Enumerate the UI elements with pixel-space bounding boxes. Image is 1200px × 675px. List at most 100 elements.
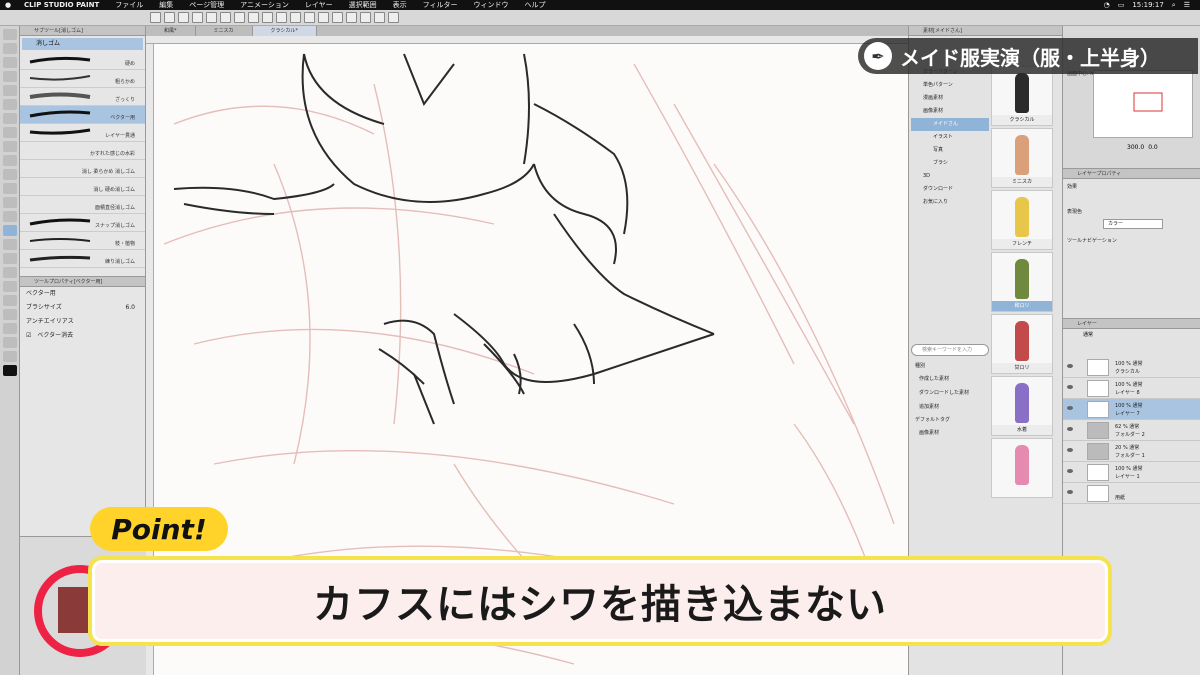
material-thumb[interactable]: 水着 <box>991 376 1053 436</box>
tree-node[interactable]: 写真 <box>911 144 989 157</box>
list-icon[interactable]: ☰ <box>1184 0 1190 10</box>
canvas-tab[interactable]: 和風* <box>146 26 196 36</box>
subtool-group[interactable]: 消しゴム <box>22 38 143 50</box>
export-png-icon[interactable] <box>346 12 357 23</box>
material-thumb-selected[interactable]: 和ロリ <box>991 252 1053 312</box>
tree-node[interactable]: ダウンロード <box>911 183 989 196</box>
correct-line-tool-icon[interactable] <box>3 351 17 362</box>
app-menu[interactable]: CLIP STUDIO PAINT <box>16 0 107 10</box>
eye-icon[interactable] <box>1067 406 1073 410</box>
move-tool-icon[interactable] <box>3 85 17 96</box>
search-filter[interactable]: 作成した素材 <box>911 372 989 386</box>
layer-row[interactable]: 100 % 通常 クラシカル <box>1063 357 1200 378</box>
eraser-tool-icon[interactable] <box>3 225 17 236</box>
deselect-icon[interactable] <box>262 12 273 23</box>
brush-item[interactable]: かすれた感じの水彩 <box>20 142 145 160</box>
blend-mode-select[interactable]: 通常 <box>1063 329 1200 341</box>
layer-row[interactable]: 100 % 通常 レイヤー 1 <box>1063 462 1200 483</box>
tag-filter[interactable]: 画像素材 <box>911 426 989 440</box>
menu-window[interactable]: ウィンドウ <box>466 0 517 10</box>
eyedropper-tool-icon[interactable] <box>3 141 17 152</box>
material-search-input[interactable]: 検索キーワードを入力 <box>911 344 989 356</box>
flip-icon[interactable] <box>388 12 399 23</box>
layer-row-selected[interactable]: 100 % 通常 レイヤー 7 <box>1063 399 1200 420</box>
battery-icon[interactable]: ▭ <box>1118 0 1125 10</box>
menu-edit[interactable]: 編集 <box>151 0 181 10</box>
snap-grid-icon[interactable] <box>332 12 343 23</box>
layer-row[interactable]: 100 % 通常 レイヤー 8 <box>1063 378 1200 399</box>
brush-item[interactable]: ざっくり <box>20 88 145 106</box>
text-tool-icon[interactable] <box>3 323 17 334</box>
layer-row[interactable]: 62 % 通常 フォルダー 2 <box>1063 420 1200 441</box>
tree-node[interactable]: 漫画素材 <box>911 92 989 105</box>
blend-tool-icon[interactable] <box>3 239 17 250</box>
menubar-clock[interactable]: 15:19:17 <box>1132 0 1163 10</box>
redo-icon[interactable] <box>206 12 217 23</box>
material-thumb[interactable]: クラシカル <box>991 66 1053 126</box>
open-file-icon[interactable] <box>164 12 175 23</box>
brush-item[interactable]: レイヤー貫通 <box>20 124 145 142</box>
eye-icon[interactable] <box>1067 490 1073 494</box>
undo-icon[interactable] <box>192 12 203 23</box>
menu-page[interactable]: ページ管理 <box>181 0 232 10</box>
transform-icon[interactable] <box>248 12 259 23</box>
menu-filter[interactable]: フィルター <box>415 0 466 10</box>
invert-selection-icon[interactable] <box>276 12 287 23</box>
brush-item[interactable]: ベクター用 <box>20 106 145 124</box>
zoom-tool-icon[interactable] <box>3 43 17 54</box>
layer-row[interactable]: 用紙 <box>1063 483 1200 504</box>
eye-icon[interactable] <box>1067 364 1073 368</box>
fill-tool-icon[interactable] <box>3 253 17 264</box>
brush-size-value[interactable]: 6.0 <box>125 301 135 315</box>
save-icon[interactable] <box>178 12 189 23</box>
balloon-tool-icon[interactable] <box>3 337 17 348</box>
tree-node[interactable]: イラスト <box>911 131 989 144</box>
wand-tool-icon[interactable] <box>3 127 17 138</box>
brush-item[interactable]: スナップ消しゴム <box>20 214 145 232</box>
ruler-tool-icon[interactable] <box>3 309 17 320</box>
tree-node[interactable]: お気に入り <box>911 196 989 209</box>
figure-tool-icon[interactable] <box>3 281 17 292</box>
material-thumb[interactable] <box>991 438 1053 498</box>
menu-selection[interactable]: 選択範囲 <box>341 0 385 10</box>
pencil-tool-icon[interactable] <box>3 169 17 180</box>
gradient-tool-icon[interactable] <box>3 267 17 278</box>
antialias-row[interactable]: アンチエイリアス <box>20 315 145 329</box>
brush-item[interactable]: 消し 柔らかめ 消しゴム <box>20 160 145 178</box>
eye-icon[interactable] <box>1067 469 1073 473</box>
eye-icon[interactable] <box>1067 385 1073 389</box>
brush-item[interactable]: 粗らかめ <box>20 70 145 88</box>
operation-tool-icon[interactable] <box>3 71 17 82</box>
pen-tool-2-icon[interactable] <box>3 155 17 166</box>
search-icon[interactable]: ⌕ <box>1172 0 1176 10</box>
brush-item[interactable]: 面積直径消しゴム <box>20 196 145 214</box>
tree-node[interactable]: 3D <box>911 170 989 183</box>
snap-ruler-icon[interactable] <box>304 12 315 23</box>
tree-node-selected[interactable]: メイドさん <box>911 118 989 131</box>
pen-tool-icon[interactable] <box>3 29 17 40</box>
material-thumb[interactable]: フレンチ <box>991 190 1053 250</box>
hand-tool-icon[interactable] <box>3 57 17 68</box>
new-file-icon[interactable] <box>150 12 161 23</box>
tree-node[interactable]: 単色パターン <box>911 79 989 92</box>
expression-color-select[interactable]: カラー <box>1103 219 1163 229</box>
layer-row[interactable]: 20 % 通常 フォルダー 1 <box>1063 441 1200 462</box>
brush-item[interactable]: 消し 硬め消しゴム <box>20 178 145 196</box>
rotation-value[interactable]: 0.0 <box>1148 144 1158 151</box>
wifi-icon[interactable]: ◔ <box>1104 0 1110 10</box>
snap-guide-icon[interactable] <box>318 12 329 23</box>
eye-icon[interactable] <box>1067 448 1073 452</box>
tree-node[interactable]: ブラシ <box>911 157 989 170</box>
brush-size-row[interactable]: ブラシサイズ 6.0 <box>20 301 145 315</box>
zoom-value[interactable]: 300.0 <box>1127 144 1144 151</box>
airbrush-tool-icon[interactable] <box>3 197 17 208</box>
canvas-tab-active[interactable]: クラシカル* <box>252 26 317 36</box>
brush-item[interactable]: 練り消しゴム <box>20 250 145 268</box>
lasso-tool-icon[interactable] <box>3 113 17 124</box>
menu-help[interactable]: ヘルプ <box>517 0 554 10</box>
apple-icon[interactable]: ● <box>0 0 16 10</box>
brush-item[interactable]: 硬め <box>20 52 145 70</box>
menu-view[interactable]: 表示 <box>385 0 415 10</box>
selection-tool-icon[interactable] <box>3 99 17 110</box>
search-filter[interactable]: 追加素材 <box>911 400 989 414</box>
